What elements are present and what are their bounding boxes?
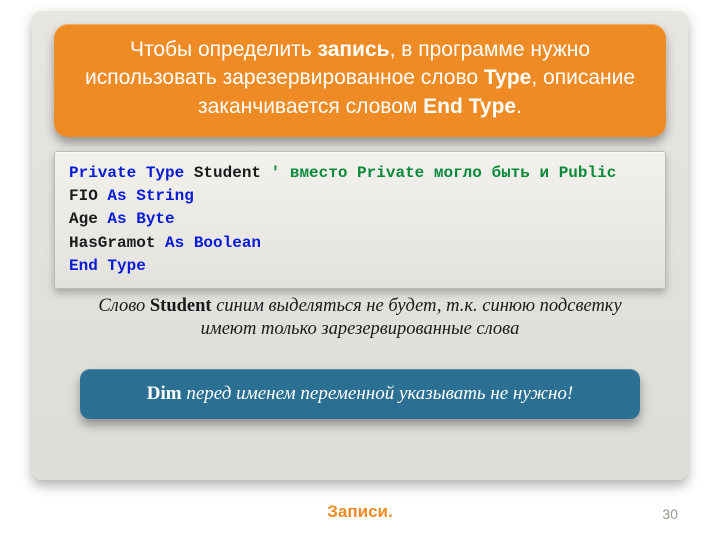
code-keyword: As Boolean [165, 234, 261, 252]
code-keyword: End Type [69, 257, 146, 275]
text-bold: запись [318, 38, 390, 61]
code-block: Private Type Student ' вместо Private мо… [54, 151, 666, 289]
code-keyword: Private Type [69, 164, 184, 182]
footer-title: Записи. [0, 502, 720, 522]
text: . [516, 95, 522, 118]
code-ident: Age [69, 210, 107, 228]
text: синим выделяться не будет, т.к. синюю по… [201, 296, 622, 339]
text-bold: Student [150, 296, 212, 316]
code-comment: ' вместо Private могло быть и Public [271, 164, 617, 182]
code-ident: FIO [69, 187, 107, 205]
blue-callout: Dim перед именем переменной указывать не… [80, 369, 640, 419]
code-ident: HasGramot [69, 234, 165, 252]
text-bold: Type [484, 66, 531, 89]
page-number: 30 [662, 506, 678, 522]
code-ident: Student [184, 164, 270, 182]
text: перед именем переменной указывать не нуж… [182, 383, 574, 404]
text-bold: End Type [423, 95, 516, 118]
text-bold: Dim [147, 383, 182, 404]
header-callout: Чтобы определить запись, в программе нуж… [54, 24, 666, 137]
text: Слово [98, 296, 150, 316]
note-text: Слово Student синим выделяться не будет,… [54, 295, 666, 341]
code-keyword: As String [107, 187, 193, 205]
text: Чтобы определить [130, 38, 318, 61]
code-keyword: As Byte [107, 210, 174, 228]
slide-card: Чтобы определить запись, в программе нуж… [32, 10, 688, 480]
